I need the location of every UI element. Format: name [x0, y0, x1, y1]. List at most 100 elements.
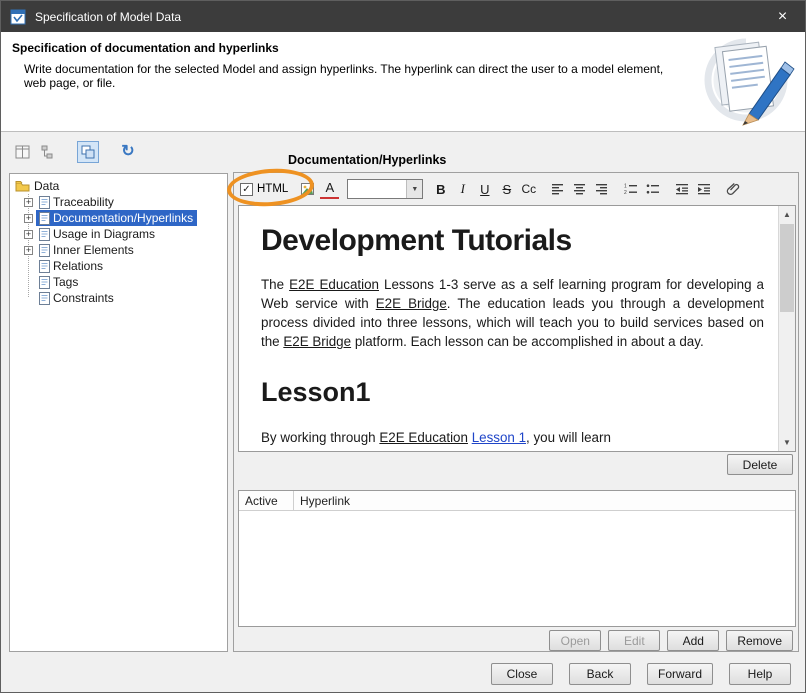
element-icon — [39, 292, 50, 305]
formatting-toolbar: ✓ HTML A ▼ B I U S Cc — [240, 177, 742, 201]
tree-root-data[interactable]: Data — [10, 177, 227, 194]
hyperlink-table[interactable]: Active Hyperlink — [238, 490, 796, 627]
tree-item-constraints[interactable]: Constraints — [10, 290, 227, 306]
tree-toolbar: ↻ — [11, 141, 139, 163]
editor-heading-1: Development Tutorials — [261, 224, 764, 258]
align-center-icon[interactable] — [570, 179, 589, 199]
folder-icon — [15, 180, 30, 192]
element-icon — [39, 228, 50, 241]
remove-button[interactable]: Remove — [726, 630, 793, 651]
add-button[interactable]: Add — [667, 630, 719, 651]
tree-item-label: Tags — [53, 275, 78, 289]
align-right-icon[interactable] — [592, 179, 611, 199]
element-icon — [39, 196, 50, 209]
tree-item-documentation-hyperlinks[interactable]: + Documentation/Hyperlinks — [10, 210, 227, 226]
editor-paragraph-1: The E2E Education Lessons 1-3 serve as a… — [261, 275, 764, 351]
open-button[interactable]: Open — [549, 630, 601, 651]
tree-item-label: Traceability — [53, 195, 114, 209]
window-title: Specification of Model Data — [35, 10, 181, 24]
svg-text:1: 1 — [624, 184, 627, 190]
scroll-up-icon[interactable]: ▲ — [779, 206, 795, 223]
hyperlink-actions: Open Edit Add Remove — [549, 630, 793, 651]
help-button[interactable]: Help — [729, 663, 791, 685]
align-left-icon[interactable] — [548, 179, 567, 199]
bold-button[interactable]: B — [431, 179, 450, 199]
tree-item-label: Usage in Diagrams — [53, 227, 155, 241]
section-title: Documentation/Hyperlinks — [288, 153, 446, 167]
svg-text:2: 2 — [624, 190, 627, 195]
element-icon — [39, 244, 50, 257]
specification-dialog: Specification of Model Data × Specificat… — [0, 0, 806, 693]
e2e-bridge-link: E2E Bridge — [283, 334, 351, 349]
expand-icon[interactable]: + — [24, 246, 33, 255]
editor-heading-2: Lesson1 — [261, 377, 764, 408]
html-checkbox[interactable]: ✓ — [240, 183, 253, 196]
element-icon — [39, 260, 50, 273]
title-bar[interactable]: Specification of Model Data × — [1, 1, 805, 32]
decrease-indent-icon[interactable] — [672, 179, 691, 199]
tree-item-label: Documentation/Hyperlinks — [53, 211, 193, 225]
element-icon — [39, 276, 50, 289]
dialog-footer: Close Back Forward Help — [491, 663, 791, 685]
bullet-list-icon[interactable] — [643, 179, 662, 199]
font-style-dropdown[interactable]: ▼ — [347, 179, 423, 199]
increase-indent-icon[interactable] — [694, 179, 713, 199]
header-title: Specification of documentation and hyper… — [12, 41, 279, 55]
tree-item-relations[interactable]: Relations — [10, 258, 227, 274]
scrollbar-thumb[interactable] — [780, 224, 794, 312]
columns-view-icon[interactable] — [11, 141, 33, 163]
tree-root-label: Data — [34, 179, 59, 193]
tree-item-traceability[interactable]: + Traceability — [10, 194, 227, 210]
chevron-down-icon: ▼ — [406, 180, 422, 198]
documentation-editor[interactable]: Development Tutorials The E2E Education … — [238, 205, 796, 452]
delete-button[interactable]: Delete — [727, 454, 793, 475]
column-active: Active — [239, 491, 294, 510]
forward-button[interactable]: Forward — [647, 663, 713, 685]
e2e-education-link: E2E Education — [379, 430, 468, 445]
e2e-education-link: E2E Education — [289, 277, 379, 292]
font-color-button[interactable]: A — [320, 179, 339, 199]
column-hyperlink: Hyperlink — [294, 494, 350, 508]
refresh-icon[interactable]: ↻ — [117, 141, 139, 163]
compact-view-icon[interactable] — [77, 141, 99, 163]
tree-item-usage-in-diagrams[interactable]: + Usage in Diagrams — [10, 226, 227, 242]
lesson-1-link[interactable]: Lesson 1 — [472, 430, 526, 445]
back-button[interactable]: Back — [569, 663, 631, 685]
model-tree[interactable]: Data + Traceability + Documentation/H — [9, 173, 228, 652]
e2e-bridge-link: E2E Bridge — [376, 296, 447, 311]
editor-paragraph-2: By working through E2E Education Lesson … — [261, 428, 764, 447]
html-checkbox-label: HTML — [257, 183, 288, 195]
document-pencil-icon — [691, 34, 797, 128]
main-area: ↻ Documentation/Hyperlinks Data + — [1, 132, 805, 692]
tree-item-label: Constraints — [53, 291, 114, 305]
hyperlink-paperclip-icon[interactable] — [723, 179, 742, 199]
editor-scrollbar[interactable]: ▲ ▼ — [778, 206, 795, 451]
documentation-panel: ✓ HTML A ▼ B I U S Cc — [233, 172, 799, 652]
element-icon — [39, 212, 50, 225]
underline-button[interactable]: U — [475, 179, 494, 199]
close-dialog-button[interactable]: Close — [491, 663, 553, 685]
scroll-down-icon[interactable]: ▼ — [779, 434, 795, 451]
hyperlink-table-header: Active Hyperlink — [239, 491, 795, 511]
numbered-list-icon[interactable]: 12 — [621, 179, 640, 199]
expand-icon[interactable]: + — [24, 230, 33, 239]
header-description: Write documentation for the selected Mod… — [24, 62, 664, 90]
app-icon — [10, 9, 26, 25]
change-case-button[interactable]: Cc — [519, 179, 538, 199]
editor-content: Development Tutorials The E2E Education … — [239, 206, 778, 451]
tree-item-label: Relations — [53, 259, 103, 273]
insert-image-icon[interactable] — [298, 179, 317, 199]
tree-item-label: Inner Elements — [53, 243, 134, 257]
close-button[interactable]: × — [760, 1, 805, 32]
tree-item-inner-elements[interactable]: + Inner Elements — [10, 242, 227, 258]
tree-view-icon[interactable] — [37, 141, 59, 163]
expand-icon[interactable]: + — [24, 198, 33, 207]
dialog-header: Specification of documentation and hyper… — [1, 32, 805, 132]
tree-item-tags[interactable]: Tags — [10, 274, 227, 290]
expand-icon[interactable]: + — [24, 214, 33, 223]
strikethrough-button[interactable]: S — [497, 179, 516, 199]
italic-button[interactable]: I — [453, 179, 472, 199]
edit-button[interactable]: Edit — [608, 630, 660, 651]
font-style-value — [348, 180, 406, 198]
html-checkbox-wrap[interactable]: ✓ HTML — [240, 183, 288, 196]
